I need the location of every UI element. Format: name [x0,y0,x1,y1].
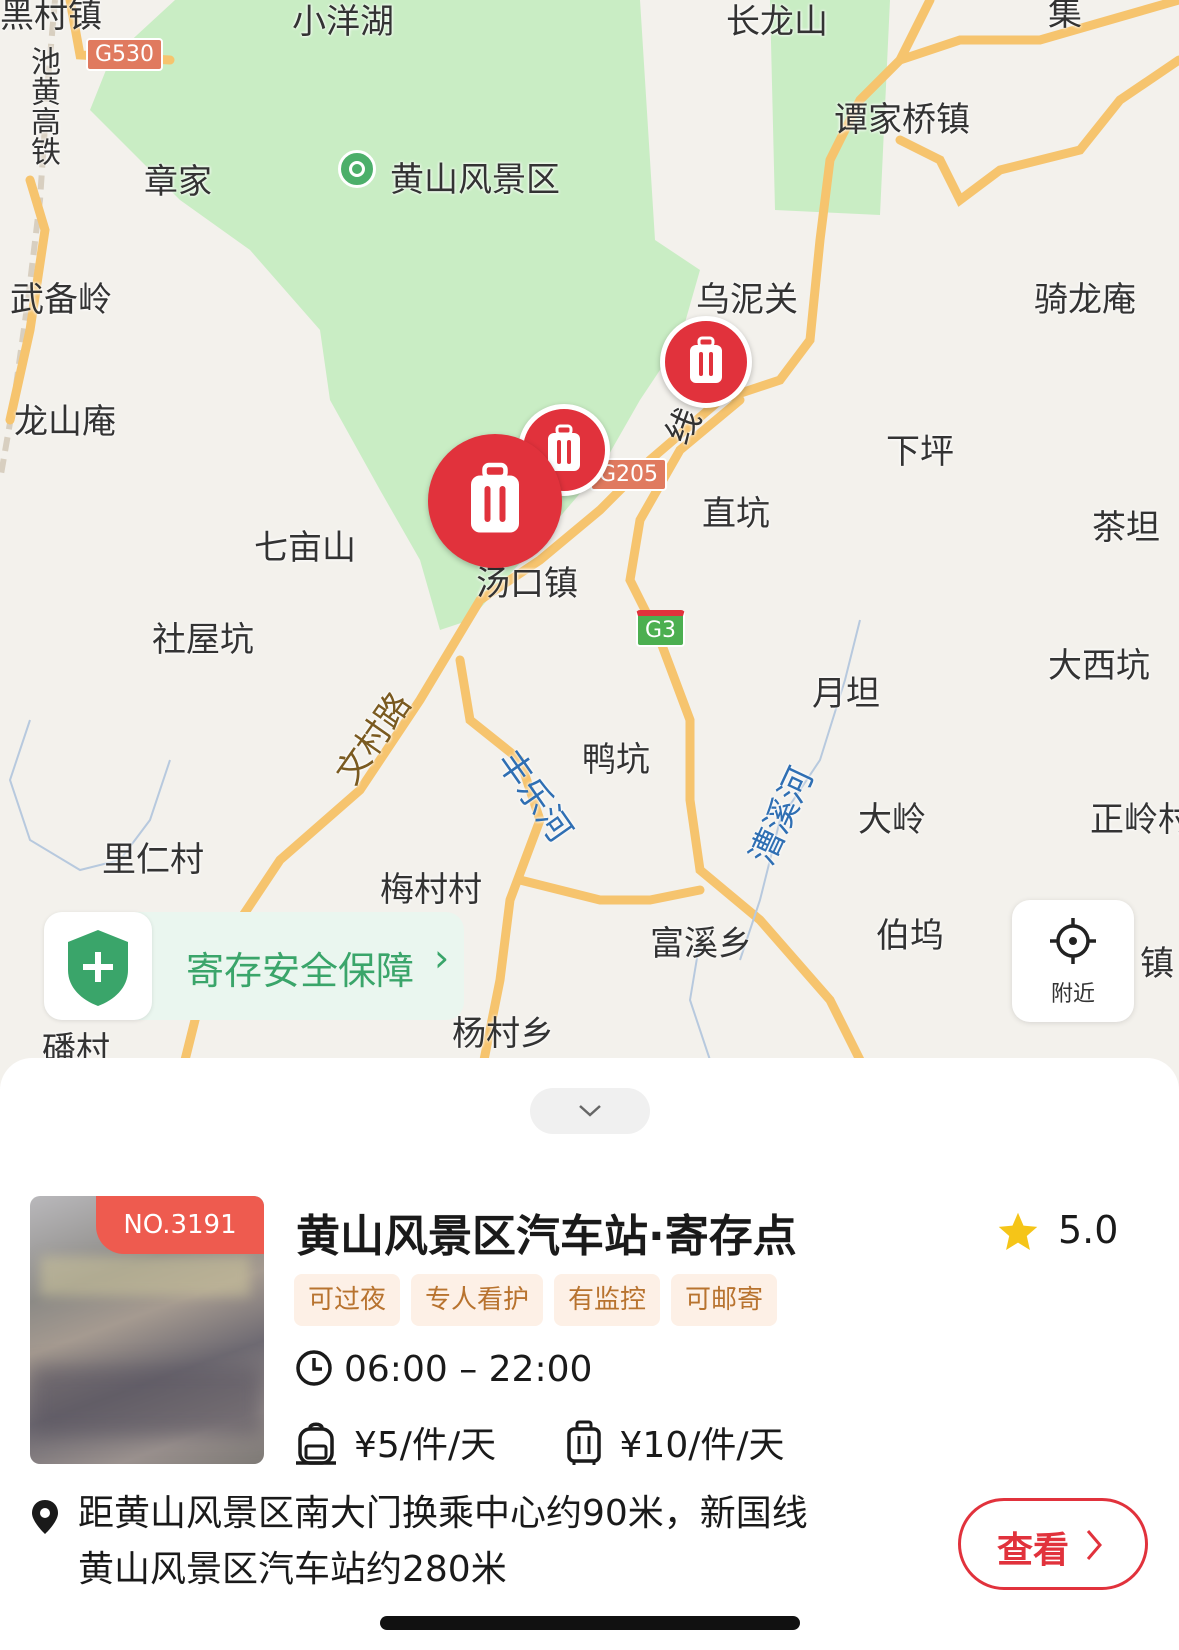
map-label: 伯坞 [876,916,944,956]
prices: ¥5/件/天 ¥10/件/天 [294,1416,785,1468]
map-label: 正岭村 [1090,800,1179,840]
view-button-label: 查看 [997,1530,1070,1571]
clock-icon [296,1350,332,1386]
map-label: 骑龙庵 [1034,280,1136,320]
map-label: 集 [1048,0,1082,34]
chevron-down-icon [579,1105,601,1117]
feature-tag: 专人看护 [411,1274,544,1326]
storage-photo[interactable]: NO.3191 [30,1196,264,1464]
map-label: 长龙山 [726,2,828,42]
road-shield: G3 [636,610,686,647]
feature-tags: 可过夜 专人看护 有监控 可邮寄 [294,1274,788,1326]
map-label: 黄山风景区 [390,160,560,200]
rank-badge: NO.3191 [96,1196,264,1254]
detail-sheet: NO.3191 黄山风景区汽车站·寄存点 5.0 可过夜 专人看护 有监控 可邮寄 0… [0,1058,1179,1650]
address-text: 距黄山风景区南大门换乘中心约90米，新国线黄山风景区汽车站约280米 [78,1493,808,1590]
map-label: 鸭坑 [582,740,650,780]
map-label: 茶坦 [1092,508,1160,548]
suitcase-icon [566,1420,601,1465]
camera-icon [338,150,376,188]
backpack-icon [296,1422,336,1465]
map-label: 杨村乡 [452,1014,554,1054]
price-small-bag: ¥5/件/天 [354,1425,497,1466]
map-label: 社屋坑 [152,620,254,660]
map-label: 镇 [1140,944,1174,984]
star-icon [998,1212,1038,1250]
map-label: 池黄高铁 [25,46,60,166]
feature-tag: 可邮寄 [671,1274,778,1326]
chevron-right-icon [1086,1530,1102,1560]
map-label: 小洋湖 [292,2,394,42]
map-label: 谭家桥镇 [834,100,970,140]
map-label: 大西坑 [1048,646,1150,686]
locate-icon [1050,918,1096,964]
hours-text: 06:00 – 22:00 [344,1349,593,1390]
map-label: 七亩山 [254,528,356,568]
map-label: 章家 [144,162,212,202]
road-shield: G530 [86,38,164,71]
storage-title[interactable]: 黄山风景区汽车站·寄存点 [296,1200,797,1264]
map-label: 武备岭 [10,280,112,320]
collapse-handle[interactable] [530,1088,650,1134]
map-label: 月坦 [812,674,880,714]
map-label: 下坪 [886,432,954,472]
opening-hours: 06:00 – 22:00 [294,1348,592,1390]
map-label: 龙山庵 [14,402,116,442]
safety-banner-text: 寄存安全保障 [186,949,415,993]
chevron-right-icon: › [434,936,450,980]
map-label: 大岭 [858,800,926,840]
map-label: 梅村村 [380,870,482,910]
map-label: 直坑 [702,494,770,534]
feature-tag: 有监控 [554,1274,661,1326]
map-view[interactable]: 黑村镇 小洋湖 长龙山 集 池黄高铁 G530 谭家桥镇 章家 黄山风景区 武备… [0,0,1179,1080]
map-label: 里仁村 [102,840,204,880]
locate-label: 附近 [1050,982,1095,1007]
luggage-icon [471,462,519,533]
rating-value: 5.0 [1058,1208,1119,1252]
luggage-pin-selected[interactable] [428,434,562,568]
shield-icon [44,912,152,1020]
luggage-icon [690,336,722,383]
view-button[interactable]: 查看 [958,1498,1148,1590]
map-label: 富溪乡 [650,924,752,964]
map-label: 乌泥关 [696,280,798,320]
home-indicator [380,1616,800,1630]
nearby-locate-button[interactable]: 附近 [1012,900,1134,1022]
location-pin-icon [32,1500,58,1534]
map-label: 黑村镇 [0,0,102,36]
price-large-bag: ¥10/件/天 [619,1425,785,1466]
safety-guarantee-banner[interactable]: 寄存安全保障 › [44,912,464,1020]
luggage-pin[interactable] [660,316,752,408]
feature-tag: 可过夜 [294,1274,401,1326]
